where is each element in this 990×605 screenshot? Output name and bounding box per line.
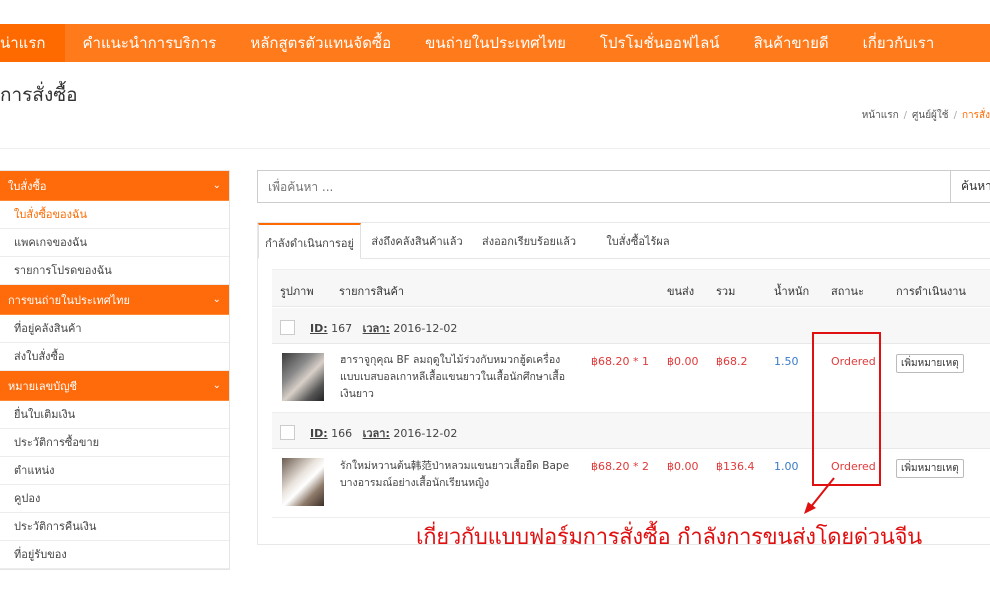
add-note-button[interactable]: เพิ่มหมายเหตุ	[896, 354, 964, 373]
sidebar-item-coupons[interactable]: คูปอง	[0, 485, 229, 513]
time-label: เวลา:	[362, 322, 390, 335]
breadcrumb-separator: /	[903, 110, 908, 121]
order-total: ฿68.2	[716, 355, 748, 368]
nav-item-service-guide[interactable]: คำแนะนำการบริการ	[65, 24, 233, 62]
product-price: ฿68.20 * 2	[591, 460, 649, 473]
search-input[interactable]	[257, 170, 951, 203]
nav-item-home[interactable]: น่าแรก	[0, 24, 66, 62]
order-date: 2016-12-02	[393, 427, 458, 440]
add-note-button[interactable]: เพิ่มหมายเหตุ	[896, 459, 964, 478]
nav-item-thailand-shipping[interactable]: ขนถ่ายในประเทศไทย	[408, 24, 583, 62]
product-title[interactable]: รักใหม่หวานต้น韩范ป่าหลวมแขนยาวเสื้อยืด Ba…	[340, 458, 570, 492]
page: น่าแรก คำแนะนำการบริการ หลักสูตรตัวแทนจั…	[0, 0, 990, 605]
order-id: 167	[331, 322, 353, 335]
chevron-down-icon: ⌄	[212, 380, 221, 391]
product-thumbnail[interactable]	[282, 458, 324, 506]
tab-in-progress[interactable]: กำลังดำเนินการอยู่	[258, 223, 361, 259]
shipping-cost: ฿0.00	[667, 355, 699, 368]
breadcrumb: หน้าแรก / ศูนย์ผู้ใช้ / การสั่ง	[862, 108, 990, 123]
table-header: รูปภาพ รายการสินค้า ขนส่ง รวม น้ำหนัก สถ…	[272, 270, 990, 307]
table-row: รักใหม่หวานต้น韩范ป่าหลวมแขนยาวเสื้อยืด Ba…	[272, 450, 990, 518]
sidebar-item-topup[interactable]: ยื่นใบเติมเงิน	[0, 401, 229, 429]
product-thumbnail[interactable]	[282, 353, 324, 401]
id-label: ID:	[310, 427, 328, 440]
top-nav: น่าแรก คำแนะนำการบริการ หลักสูตรตัวแทนจั…	[0, 24, 990, 62]
sidebar-item-position[interactable]: ตำแหน่ง	[0, 457, 229, 485]
id-label: ID:	[310, 322, 328, 335]
breadcrumb-home[interactable]: หน้าแรก	[862, 110, 899, 121]
order-header: ID: 167 เวลา: 2016-12-02	[272, 308, 990, 344]
order-date: 2016-12-02	[393, 322, 458, 335]
tab-shipped[interactable]: ส่งออกเรียบร้อยแล้ว	[474, 223, 584, 259]
nav-item-offline-promo[interactable]: โปรโมชั่นออฟไลน์	[583, 24, 737, 62]
order-meta: ID: 167 เวลา: 2016-12-02	[310, 319, 457, 337]
sidebar-item-favorites[interactable]: รายการโปรดของฉัน	[0, 257, 229, 285]
tab-invalid[interactable]: ใบสั่งซื้อไร้ผล	[588, 223, 688, 259]
order-checkbox[interactable]	[280, 320, 295, 335]
order-checkbox[interactable]	[280, 425, 295, 440]
breadcrumb-current: การสั่ง	[961, 110, 990, 121]
sidebar-group-label: หมายเลขบัญชี	[8, 379, 77, 393]
order-tabs: กำลังดำเนินการอยู่ ส่งถึงคลังสินค้าแล้ว …	[258, 223, 990, 259]
breadcrumb-member[interactable]: ศูนย์ผู้ใช้	[912, 110, 949, 121]
shipping-cost: ฿0.00	[667, 460, 699, 473]
sidebar-item-warehouse-address[interactable]: ที่อยู่คลังสินค้า	[0, 315, 229, 343]
sidebar-item-submit-order[interactable]: ส่งใบสั่งซื้อ	[0, 343, 229, 371]
sidebar-group-label: ใบสั่งซื้อ	[8, 179, 47, 193]
sidebar-item-my-orders[interactable]: ใบสั่งซื้อของฉัน	[0, 201, 229, 229]
nav-item-about[interactable]: เกี่ยวกับเรา	[846, 24, 952, 62]
sidebar-group-label: การขนถ่ายในประเทศไทย	[8, 293, 130, 307]
arrow-icon	[804, 477, 835, 514]
product-price: ฿68.20 * 1	[591, 355, 649, 368]
sidebar-item-delivery-address[interactable]: ที่อยู่รับของ	[0, 541, 229, 569]
order-id: 166	[331, 427, 353, 440]
search-button[interactable]: ค้นหา	[951, 170, 990, 203]
status-highlight-box	[812, 332, 881, 486]
search-bar: ค้นหา	[257, 170, 990, 203]
order-header: ID: 166 เวลา: 2016-12-02	[272, 413, 990, 449]
sidebar-group-account[interactable]: หมายเลขบัญชี ⌄	[0, 371, 229, 401]
time-label: เวลา:	[362, 427, 390, 440]
tab-arrived-warehouse[interactable]: ส่งถึงคลังสินค้าแล้ว	[364, 223, 470, 259]
table-row: ฮาราจูกุคุณ BF ลมฤดูใบไม้ร่วงกับหมวกฮู้ด…	[272, 345, 990, 413]
divider	[0, 148, 990, 149]
order-meta: ID: 166 เวลา: 2016-12-02	[310, 424, 457, 442]
order-total: ฿136.4	[716, 460, 755, 473]
sidebar-group-orders[interactable]: ใบสั่งซื้อ ⌄	[0, 171, 229, 201]
sidebar: ใบสั่งซื้อ ⌄ ใบสั่งซื้อของฉัน แพคเกจของฉ…	[0, 170, 230, 570]
product-title[interactable]: ฮาราจูกุคุณ BF ลมฤดูใบไม้ร่วงกับหมวกฮู้ด…	[340, 352, 570, 403]
order-weight: 1.00	[774, 460, 799, 473]
nav-item-bestsellers[interactable]: สินค้าขายดี	[737, 24, 846, 62]
annotation-text: เกี่ยวกับแบบฟอร์มการสั่งซื้อ กำลังการขนส…	[416, 525, 922, 550]
orders-table: รูปภาพ รายการสินค้า ขนส่ง รวม น้ำหนัก สถ…	[272, 269, 990, 518]
sidebar-group-thailand-shipping[interactable]: การขนถ่ายในประเทศไทย ⌄	[0, 285, 229, 315]
sidebar-item-refunds[interactable]: ประวัติการคืนเงิน	[0, 513, 229, 541]
breadcrumb-separator: /	[953, 110, 957, 121]
chevron-down-icon: ⌄	[212, 294, 221, 305]
sidebar-item-transactions[interactable]: ประวัติการซื้อขาย	[0, 429, 229, 457]
sidebar-item-my-packages[interactable]: แพคเกจของฉัน	[0, 229, 229, 257]
chevron-down-icon: ⌄	[212, 180, 221, 191]
page-title: การสั่งซื้อ	[0, 84, 78, 106]
nav-item-agent-course[interactable]: หลักสูตรตัวแทนจัดซื้อ	[233, 24, 408, 62]
order-weight: 1.50	[774, 355, 799, 368]
